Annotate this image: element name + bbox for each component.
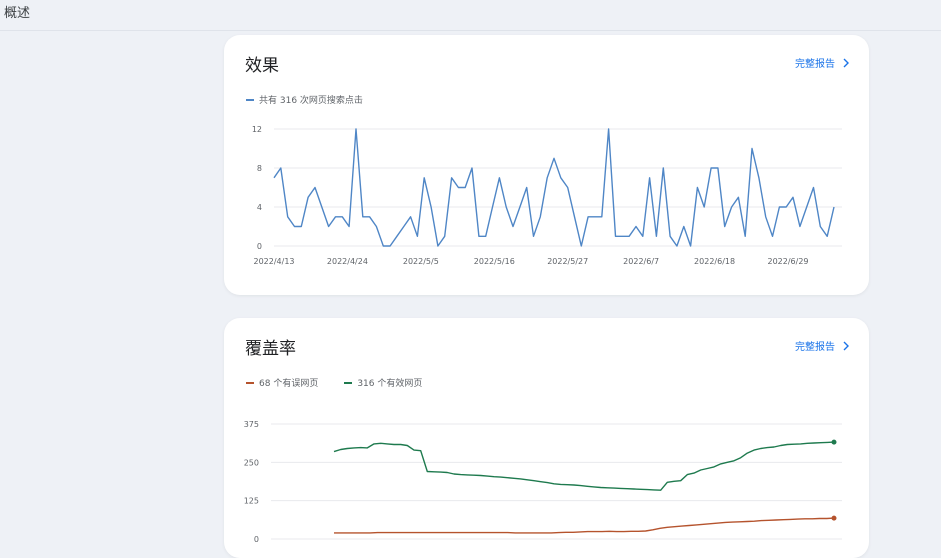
- x-tick-label: 2022/6/18: [694, 257, 735, 266]
- x-tick-label: 2022/5/16: [474, 257, 515, 266]
- page-header: 概述: [0, 0, 941, 31]
- y-tick-label: 125: [244, 497, 259, 506]
- y-tick-label: 0: [257, 242, 262, 251]
- series-line: [334, 517, 835, 534]
- series-end-point: [831, 515, 837, 521]
- x-tick-label: 2022/5/27: [547, 257, 588, 266]
- coverage-card: 覆盖率 完整报告 68 个有误网页 316 个有效网页 0 125 250 375: [224, 318, 869, 558]
- y-tick-label: 12: [252, 125, 262, 134]
- y-tick-label: 0: [254, 535, 259, 544]
- series-line: [273, 128, 835, 247]
- y-tick-label: 4: [257, 203, 262, 212]
- y-tick-label: 250: [244, 458, 259, 467]
- series-end-point: [831, 439, 837, 445]
- x-tick-label: 2022/5/5: [403, 257, 439, 266]
- y-tick-label: 8: [257, 164, 262, 173]
- performance-chart: 0 4 8 12 2022/4/13 2022/4/24 2022/5/5 2022/5/16…: [252, 125, 842, 266]
- page-title: 概述: [4, 6, 31, 21]
- y-tick-label: 375: [244, 420, 259, 429]
- coverage-chart: 0 125 250 375: [244, 420, 842, 544]
- performance-card: 效果 完整报告 共有 316 次网页搜索点击 0 4 8 12 2022/4/13 202…: [224, 35, 869, 295]
- x-tick-label: 2022/6/7: [623, 257, 659, 266]
- x-tick-label: 2022/6/29: [767, 257, 808, 266]
- x-tick-label: 2022/4/13: [253, 257, 294, 266]
- x-tick-label: 2022/4/24: [327, 257, 368, 266]
- series-line: [333, 441, 835, 491]
